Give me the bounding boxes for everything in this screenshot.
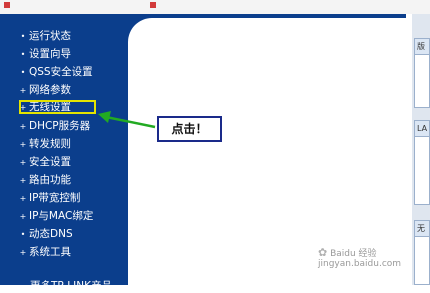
top-strip: [0, 0, 430, 15]
sidebar-item-label: 转发规则: [29, 138, 71, 150]
right-box-header: 无: [415, 221, 429, 237]
expand-icon: +: [19, 194, 27, 203]
sidebar-item-network[interactable]: + 网络参数: [18, 82, 71, 98]
right-box-version: 版: [414, 38, 430, 108]
expand-icon: +: [19, 122, 27, 131]
bullet-icon: •: [20, 32, 26, 41]
sidebar-item-label: 运行状态: [29, 30, 71, 42]
right-box-header: LA: [415, 121, 429, 137]
expand-icon: +: [19, 212, 27, 221]
expand-icon: +: [19, 248, 27, 257]
watermark-text: Baidu 经验: [330, 249, 377, 259]
sidebar-item-label: 网络参数: [29, 84, 71, 96]
sidebar-item-qss[interactable]: • QSS安全设置: [18, 64, 93, 80]
sidebar-item-bandwidth[interactable]: + IP带宽控制: [18, 190, 81, 206]
top-mark-mid: [150, 2, 156, 8]
sidebar-item-security[interactable]: + 安全设置: [18, 154, 71, 170]
expand-icon: +: [19, 140, 27, 149]
sidebar-item-label: IP与MAC绑定: [29, 210, 94, 222]
more-products-link[interactable]: 更多TP-LINK产品，: [30, 278, 123, 293]
right-box-header: 版: [415, 39, 429, 55]
sidebar-item-label: IP带宽控制: [29, 192, 81, 204]
sidebar-item-ddns[interactable]: • 动态DNS: [18, 226, 73, 242]
expand-icon: +: [19, 158, 27, 167]
sidebar-item-setup-wizard[interactable]: • 设置向导: [18, 46, 71, 62]
callout-label: 点击！: [157, 116, 222, 142]
bullet-icon: •: [20, 230, 26, 239]
sidebar-item-routing[interactable]: + 路由功能: [18, 172, 71, 188]
right-box-lan: LA: [414, 120, 430, 205]
sidebar-item-label: 安全设置: [29, 156, 71, 168]
bullet-icon: •: [20, 68, 26, 77]
sidebar-item-label: 设置向导: [29, 48, 71, 60]
highlight-box: [19, 100, 96, 114]
right-box-wireless: 无: [414, 220, 430, 285]
paw-icon: ✿: [318, 246, 328, 259]
sidebar-item-label: 路由功能: [29, 174, 71, 186]
sidebar-item-system-tools[interactable]: + 系统工具: [18, 244, 71, 260]
expand-icon: +: [19, 176, 27, 185]
expand-icon: +: [19, 86, 27, 95]
sidebar-item-label: DHCP服务器: [29, 120, 91, 132]
watermark-url: jingyan.baidu.com: [318, 259, 402, 269]
watermark: ✿ Baidu 经验 jingyan.baidu.com: [318, 246, 401, 269]
sidebar-item-label: 动态DNS: [29, 228, 73, 240]
bullet-icon: •: [20, 50, 26, 59]
sidebar-item-dhcp[interactable]: + DHCP服务器: [18, 118, 91, 134]
content-panel: [128, 18, 406, 285]
sidebar-item-label: QSS安全设置: [29, 66, 93, 78]
sidebar-item-ip-mac-binding[interactable]: + IP与MAC绑定: [18, 208, 94, 224]
sidebar-item-forwarding[interactable]: + 转发规则: [18, 136, 71, 152]
sidebar-item-status[interactable]: • 运行状态: [18, 28, 71, 44]
sidebar-item-label: 系统工具: [29, 246, 71, 258]
top-mark-left: [4, 2, 10, 8]
